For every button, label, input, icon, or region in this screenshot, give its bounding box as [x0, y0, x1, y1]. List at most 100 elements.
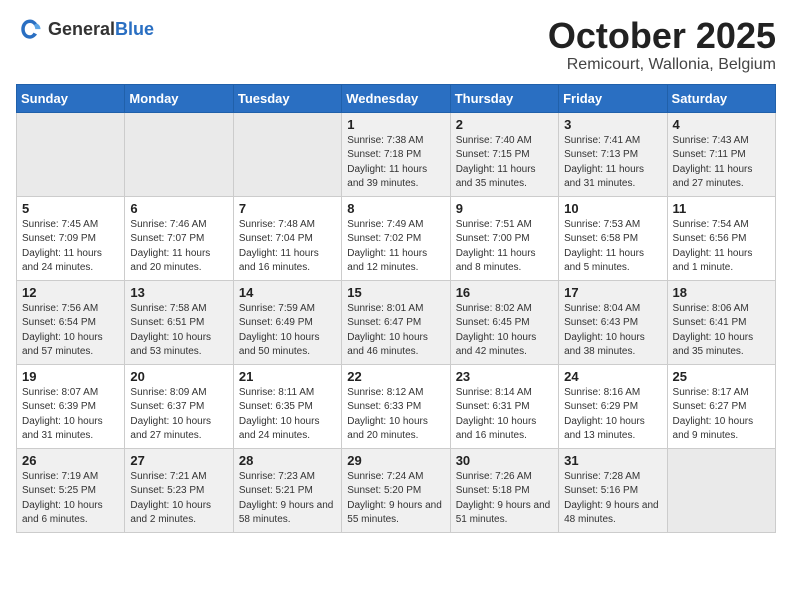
logo-blue-text: Blue — [115, 19, 154, 39]
weekday-header-friday: Friday — [559, 84, 667, 112]
calendar-day-cell — [17, 112, 125, 196]
calendar-day-cell: 27Sunrise: 7:21 AM Sunset: 5:23 PM Dayli… — [125, 448, 233, 532]
day-info: Sunrise: 7:51 AM Sunset: 7:00 PM Dayligh… — [456, 218, 553, 276]
day-number: 10 — [564, 201, 661, 216]
day-number: 3 — [564, 117, 661, 132]
calendar-day-cell: 7 Sunrise: 7:48 AM Sunset: 7:04 PM Daylig… — [233, 196, 341, 280]
weekday-header-thursday: Thursday — [450, 84, 558, 112]
day-info: Sunrise: 7:28 AM Sunset: 5:16 PM Dayligh… — [564, 470, 661, 528]
day-info: Sunrise: 7:43 AM Sunset: 7:11 PM Dayligh… — [673, 134, 770, 192]
day-info: Sunrise: 7:59 AM Sunset: 6:49 PM Dayligh… — [239, 302, 336, 360]
day-number: 7 — [239, 201, 336, 216]
day-info: Sunrise: 7:53 AM Sunset: 6:58 PM Dayligh… — [564, 218, 661, 276]
day-info: Sunrise: 7:24 AM Sunset: 5:20 PM Dayligh… — [347, 470, 444, 528]
calendar-day-cell: 8 Sunrise: 7:49 AM Sunset: 7:02 PM Daylig… — [342, 196, 450, 280]
calendar-day-cell: 25Sunrise: 8:17 AM Sunset: 6:27 PM Dayli… — [667, 364, 775, 448]
day-number: 4 — [673, 117, 770, 132]
day-number: 21 — [239, 369, 336, 384]
day-number: 13 — [130, 285, 227, 300]
day-number: 18 — [673, 285, 770, 300]
calendar-table: SundayMondayTuesdayWednesdayThursdayFrid… — [16, 84, 776, 533]
calendar-day-cell: 29Sunrise: 7:24 AM Sunset: 5:20 PM Dayli… — [342, 448, 450, 532]
calendar-day-cell: 18 Sunrise: 8:06 AM Sunset: 6:41 PM Dayli… — [667, 280, 775, 364]
day-number: 6 — [130, 201, 227, 216]
calendar-day-cell: 23 Sunrise: 8:14 AM Sunset: 6:31 PM Dayli… — [450, 364, 558, 448]
logo: GeneralBlue — [16, 16, 154, 44]
calendar-day-cell: 11Sunrise: 7:54 AM Sunset: 6:56 PM Dayli… — [667, 196, 775, 280]
day-number: 16 — [456, 285, 553, 300]
day-number: 30 — [456, 453, 553, 468]
calendar-week-row: 19Sunrise: 8:07 AM Sunset: 6:39 PM Dayli… — [17, 364, 776, 448]
day-number: 1 — [347, 117, 444, 132]
day-number: 15 — [347, 285, 444, 300]
calendar-day-cell — [125, 112, 233, 196]
weekday-header-tuesday: Tuesday — [233, 84, 341, 112]
day-number: 2 — [456, 117, 553, 132]
calendar-day-cell: 15 Sunrise: 8:01 AM Sunset: 6:47 PM Dayli… — [342, 280, 450, 364]
day-number: 17 — [564, 285, 661, 300]
logo-general-text: General — [48, 19, 115, 39]
logo-icon — [16, 16, 44, 44]
day-info: Sunrise: 8:06 AM Sunset: 6:41 PM Dayligh… — [673, 302, 770, 360]
day-info: Sunrise: 8:02 AM Sunset: 6:45 PM Dayligh… — [456, 302, 553, 360]
day-info: Sunrise: 7:41 AM Sunset: 7:13 PM Dayligh… — [564, 134, 661, 192]
day-info: Sunrise: 7:56 AM Sunset: 6:54 PM Dayligh… — [22, 302, 119, 360]
weekday-header-wednesday: Wednesday — [342, 84, 450, 112]
day-number: 27 — [130, 453, 227, 468]
day-number: 22 — [347, 369, 444, 384]
calendar-day-cell: 16 Sunrise: 8:02 AM Sunset: 6:45 PM Dayli… — [450, 280, 558, 364]
calendar-day-cell: 2 Sunrise: 7:40 AM Sunset: 7:15 PM Daylig… — [450, 112, 558, 196]
calendar-day-cell: 20 Sunrise: 8:09 AM Sunset: 6:37 PM Dayli… — [125, 364, 233, 448]
calendar-day-cell: 12 Sunrise: 7:56 AM Sunset: 6:54 PM Dayli… — [17, 280, 125, 364]
day-info: Sunrise: 7:19 AM Sunset: 5:25 PM Dayligh… — [22, 470, 119, 528]
day-number: 8 — [347, 201, 444, 216]
day-info: Sunrise: 8:04 AM Sunset: 6:43 PM Dayligh… — [564, 302, 661, 360]
day-number: 26 — [22, 453, 119, 468]
calendar-day-cell: 5Sunrise: 7:45 AM Sunset: 7:09 PM Daylig… — [17, 196, 125, 280]
calendar-day-cell: 4 Sunrise: 7:43 AM Sunset: 7:11 PM Daylig… — [667, 112, 775, 196]
day-number: 12 — [22, 285, 119, 300]
calendar-day-cell: 26 Sunrise: 7:19 AM Sunset: 5:25 PM Dayli… — [17, 448, 125, 532]
day-info: Sunrise: 8:07 AM Sunset: 6:39 PM Dayligh… — [22, 386, 119, 444]
calendar-day-cell: 14 Sunrise: 7:59 AM Sunset: 6:49 PM Dayli… — [233, 280, 341, 364]
day-info: Sunrise: 8:12 AM Sunset: 6:33 PM Dayligh… — [347, 386, 444, 444]
weekday-header-saturday: Saturday — [667, 84, 775, 112]
day-number: 31 — [564, 453, 661, 468]
calendar-day-cell: 24Sunrise: 8:16 AM Sunset: 6:29 PM Dayli… — [559, 364, 667, 448]
weekday-header-sunday: Sunday — [17, 84, 125, 112]
day-info: Sunrise: 8:14 AM Sunset: 6:31 PM Dayligh… — [456, 386, 553, 444]
day-info: Sunrise: 8:11 AM Sunset: 6:35 PM Dayligh… — [239, 386, 336, 444]
calendar-day-cell: 9Sunrise: 7:51 AM Sunset: 7:00 PM Daylig… — [450, 196, 558, 280]
page-header: GeneralBlue October 2025 Remicourt, Wall… — [16, 16, 776, 74]
calendar-week-row: 5Sunrise: 7:45 AM Sunset: 7:09 PM Daylig… — [17, 196, 776, 280]
day-number: 25 — [673, 369, 770, 384]
day-number: 11 — [673, 201, 770, 216]
weekday-header-monday: Monday — [125, 84, 233, 112]
logo-text: GeneralBlue — [48, 20, 154, 40]
day-info: Sunrise: 7:26 AM Sunset: 5:18 PM Dayligh… — [456, 470, 553, 528]
day-info: Sunrise: 7:46 AM Sunset: 7:07 PM Dayligh… — [130, 218, 227, 276]
calendar-day-cell: 31 Sunrise: 7:28 AM Sunset: 5:16 PM Dayli… — [559, 448, 667, 532]
day-number: 20 — [130, 369, 227, 384]
calendar-day-cell: 30 Sunrise: 7:26 AM Sunset: 5:18 PM Dayli… — [450, 448, 558, 532]
day-info: Sunrise: 8:09 AM Sunset: 6:37 PM Dayligh… — [130, 386, 227, 444]
calendar-day-cell: 22 Sunrise: 8:12 AM Sunset: 6:33 PM Dayli… — [342, 364, 450, 448]
weekday-header-row: SundayMondayTuesdayWednesdayThursdayFrid… — [17, 84, 776, 112]
day-info: Sunrise: 8:01 AM Sunset: 6:47 PM Dayligh… — [347, 302, 444, 360]
calendar-day-cell: 13 Sunrise: 7:58 AM Sunset: 6:51 PM Dayli… — [125, 280, 233, 364]
calendar-week-row: 1Sunrise: 7:38 AM Sunset: 7:18 PM Daylig… — [17, 112, 776, 196]
day-number: 14 — [239, 285, 336, 300]
calendar-day-cell: 19Sunrise: 8:07 AM Sunset: 6:39 PM Dayli… — [17, 364, 125, 448]
calendar-day-cell: 21 Sunrise: 8:11 AM Sunset: 6:35 PM Dayli… — [233, 364, 341, 448]
day-number: 23 — [456, 369, 553, 384]
day-info: Sunrise: 7:48 AM Sunset: 7:04 PM Dayligh… — [239, 218, 336, 276]
day-info: Sunrise: 7:40 AM Sunset: 7:15 PM Dayligh… — [456, 134, 553, 192]
calendar-week-row: 12 Sunrise: 7:56 AM Sunset: 6:54 PM Dayli… — [17, 280, 776, 364]
day-info: Sunrise: 7:45 AM Sunset: 7:09 PM Dayligh… — [22, 218, 119, 276]
calendar-day-cell: 10 Sunrise: 7:53 AM Sunset: 6:58 PM Dayli… — [559, 196, 667, 280]
title-area: October 2025 Remicourt, Wallonia, Belgiu… — [548, 16, 776, 74]
day-info: Sunrise: 7:49 AM Sunset: 7:02 PM Dayligh… — [347, 218, 444, 276]
day-info: Sunrise: 7:58 AM Sunset: 6:51 PM Dayligh… — [130, 302, 227, 360]
calendar-day-cell: 1Sunrise: 7:38 AM Sunset: 7:18 PM Daylig… — [342, 112, 450, 196]
calendar-day-cell — [233, 112, 341, 196]
